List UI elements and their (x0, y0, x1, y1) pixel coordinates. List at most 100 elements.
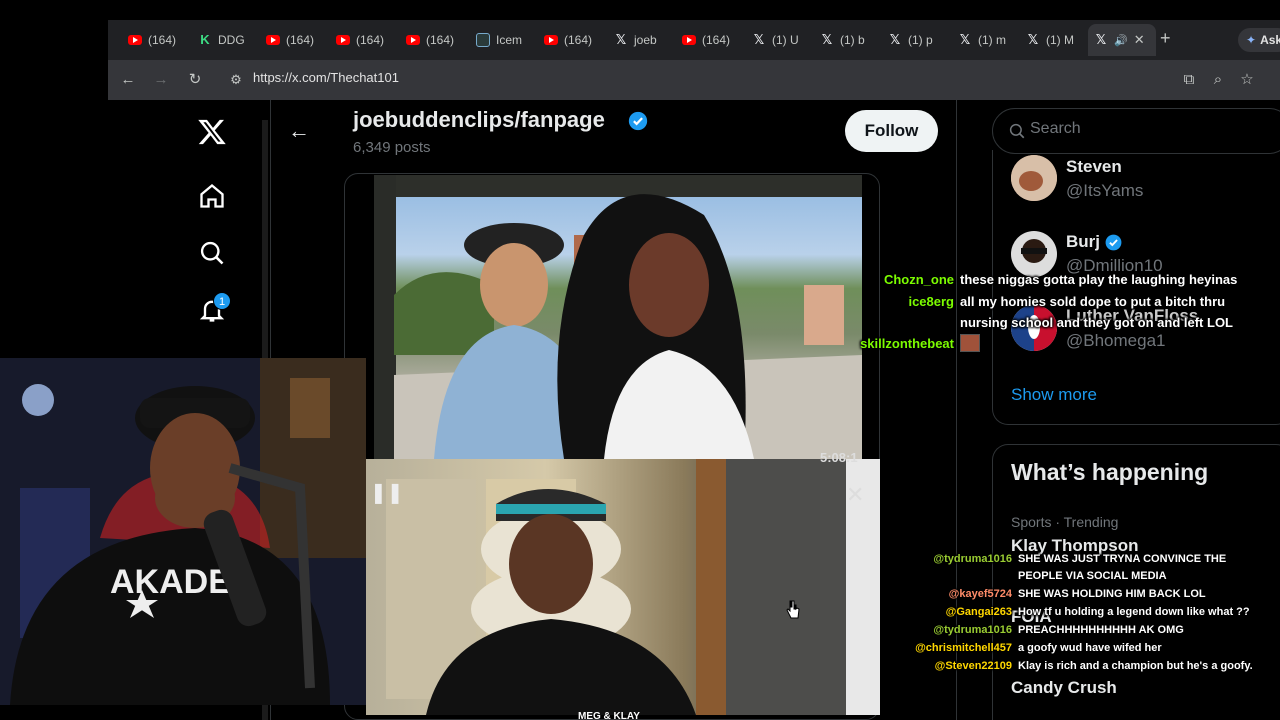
chat-text: SHE WAS JUST TRYNA CONVINCE THE (1018, 553, 1227, 565)
x-icon: 𝕏 (959, 32, 971, 47)
ask-button[interactable]: ✦ Ask (1238, 28, 1280, 52)
x-icon: 𝕏 (1095, 32, 1107, 47)
chat-username: Chozn_one (883, 272, 954, 287)
tab-label: (164) (426, 33, 455, 47)
account-name[interactable]: Steven (1066, 157, 1122, 177)
site-info-icon[interactable]: ⚙ (226, 70, 246, 90)
tab-label: (1) b (840, 33, 865, 47)
chat-text: nursing school and they got on and left … (960, 315, 1233, 330)
tab-label: (164) (702, 33, 731, 47)
chat-text: PEOPLE VIA SOCIAL MEDIA (1018, 570, 1167, 582)
tab-label: (164) (564, 33, 593, 47)
chat-username: @chrismitchell457 (915, 642, 1012, 654)
tab-label: (1) M (1046, 33, 1074, 47)
youtube-icon (336, 35, 350, 45)
verified-badge-icon (1105, 234, 1122, 251)
back-arrow-icon[interactable]: ← (288, 118, 310, 144)
chat-text: Klay is rich and a champion but he's a g… (1018, 660, 1253, 672)
browser-tab[interactable]: 𝕏 (1) b (820, 28, 868, 52)
chat-username: ice8erg (908, 294, 954, 309)
ddg-icon: K (200, 32, 210, 47)
browser-tab[interactable]: (164) (128, 28, 188, 52)
browser-tab[interactable]: K DDG (198, 28, 258, 52)
browser-tab[interactable]: 𝕏 (1) U (752, 28, 800, 52)
mouse-cursor-icon (786, 600, 800, 619)
chat-username: @kayef5724 (948, 588, 1012, 600)
chat-username: @tydruma1016 (933, 553, 1012, 565)
ice-icon (476, 33, 490, 47)
chat-username: @tydruma1016 (933, 624, 1012, 636)
new-tab-button[interactable]: + (1160, 28, 1171, 49)
tab-label: DDG (218, 33, 245, 47)
video-frame-bottom[interactable] (366, 459, 880, 715)
chat-username: @Gangai263 (945, 606, 1012, 618)
chat-text: a goofy wud have wifed her (1018, 642, 1162, 654)
close-tab-icon[interactable]: ✕ (1134, 32, 1145, 48)
follow-button[interactable]: Follow (845, 110, 938, 152)
browser-tab[interactable]: 𝕏 (1) M (1026, 28, 1074, 52)
chat-text: PREACHHHHHHHHHH AK OMG (1018, 624, 1184, 636)
x-icon: 𝕏 (1027, 32, 1039, 47)
tab-label: (1) p (908, 33, 933, 47)
tab-strip: (164) K DDG (164) (164) (164) Icem (164) … (108, 20, 1280, 60)
browser-tab[interactable]: (164) (544, 28, 604, 52)
chat-text: these niggas gotta play the laughing hey… (960, 272, 1238, 287)
profile-display-name: joebuddenclips/fanpage (353, 107, 605, 132)
browser-tab[interactable]: 𝕏 (1) p (888, 28, 936, 52)
whats-happening-title: What’s happening (1011, 459, 1209, 485)
avatar[interactable] (1011, 155, 1057, 201)
account-handle: @ItsYams (1066, 181, 1144, 200)
browser-tab[interactable]: 𝕏 (1) m (958, 28, 1006, 52)
speaker-icon[interactable]: 🔊 (1114, 34, 1128, 47)
search-nav-icon[interactable] (196, 237, 228, 269)
trend-item[interactable]: Candy Crush (1011, 678, 1117, 698)
bookmark-star-icon[interactable]: ☆ (1237, 70, 1257, 90)
x-icon: 𝕏 (821, 32, 833, 47)
sparkle-icon: ✦ (1246, 33, 1257, 47)
trend-category: Sports · Trending (1011, 514, 1119, 530)
cast-icon[interactable]: ⧉ (1179, 70, 1199, 90)
tab-label: (1) m (978, 33, 1006, 47)
tab-label: (164) (286, 33, 315, 47)
home-icon[interactable] (196, 180, 228, 212)
chat-text: all my homies sold dope to put a bitch t… (960, 294, 1226, 309)
zoom-icon[interactable]: ⌕ (1208, 70, 1228, 90)
chat-text: How tf u holding a legend down like what… (1018, 606, 1250, 618)
address-bar[interactable]: https://x.com/Thechat101 (253, 70, 399, 85)
x-logo-icon[interactable] (196, 116, 228, 148)
search-input[interactable] (1030, 120, 1230, 138)
video-frame-top[interactable] (374, 175, 862, 459)
browser-tab[interactable]: (164) (682, 28, 742, 52)
emote-image (960, 334, 980, 352)
browser-tab[interactable]: (164) (406, 28, 466, 52)
verified-badge-icon (628, 111, 648, 131)
webcam-overlay: AKADE (0, 358, 366, 705)
account-name[interactable]: Burj (1066, 232, 1100, 252)
youtube-icon (544, 35, 558, 45)
browser-tab[interactable]: Icem (476, 28, 526, 52)
x-icon: 𝕏 (889, 32, 901, 47)
close-icon[interactable]: ✕ (846, 482, 864, 508)
video-caption: MEG & KLAY (578, 711, 640, 720)
account-handle: @Bhomega1 (1066, 331, 1166, 350)
avatar[interactable] (1011, 231, 1057, 277)
tab-label: (164) (356, 33, 385, 47)
tab-label: Icem (496, 33, 523, 47)
notification-count-badge: 1 (213, 292, 231, 310)
browser-toolbar: ← → ↻ ⚙ https://x.com/Thechat101 ⧉ ⌕ ☆ (108, 60, 1280, 100)
back-icon[interactable]: ← (118, 70, 138, 90)
browser-tab[interactable]: 𝕏joeb (614, 28, 662, 52)
reload-icon[interactable]: ↻ (185, 70, 205, 90)
browser-tab[interactable]: (164) (336, 28, 396, 52)
chat-username: @Steven22109 (934, 660, 1012, 672)
show-more-link[interactable]: Show more (1011, 385, 1097, 405)
youtube-icon (128, 35, 142, 45)
active-browser-tab[interactable]: 𝕏 🔊 ✕ (1088, 24, 1156, 56)
post-count: 6,349 posts (353, 139, 431, 156)
forward-icon[interactable]: → (151, 70, 171, 90)
pause-icon[interactable]: ❚❚ (370, 480, 404, 505)
video-timestamp: 5:08:1 (820, 450, 858, 465)
browser-tab[interactable]: (164) (266, 28, 326, 52)
search-icon (1009, 123, 1025, 139)
youtube-icon (406, 35, 420, 45)
